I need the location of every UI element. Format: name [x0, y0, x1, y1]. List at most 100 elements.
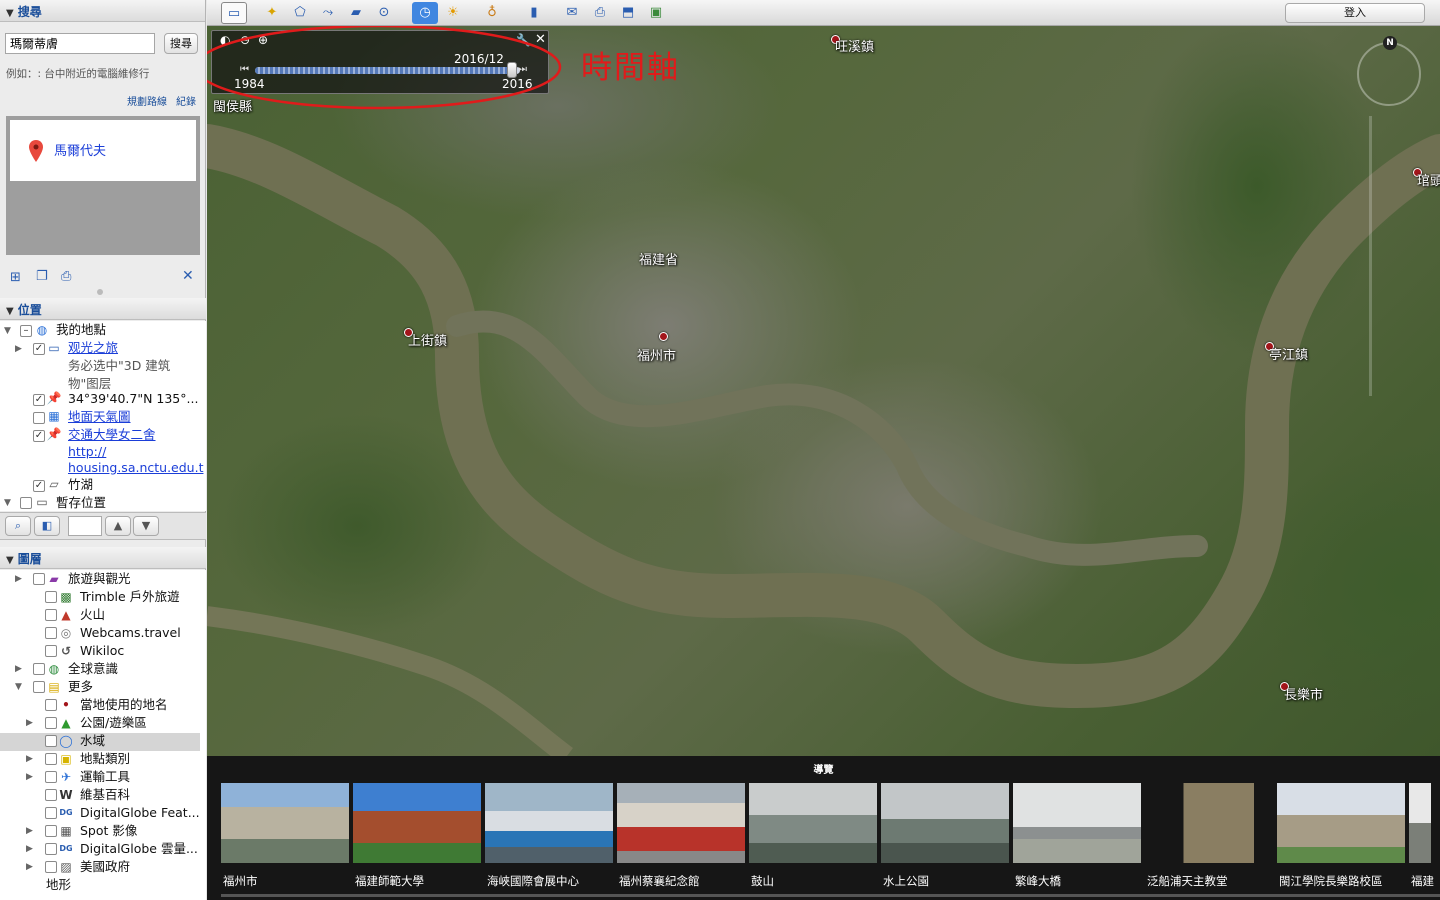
- collapse-triangle-icon[interactable]: ▼: [6, 306, 14, 317]
- place-label[interactable]: 福建省: [639, 249, 678, 268]
- tour-caption[interactable]: 繁峰大橋: [1015, 873, 1061, 889]
- tour-caption[interactable]: 鼓山: [751, 873, 774, 889]
- tour-caption[interactable]: 福州蔡襄紀念館: [619, 873, 700, 889]
- layer-label[interactable]: 地點類別: [80, 750, 130, 768]
- zoom-slider-track[interactable]: [1369, 116, 1372, 396]
- tree-item-link[interactable]: housing.sa.nctu.edu.t: [68, 459, 203, 477]
- place-label[interactable]: 上街鎮: [408, 330, 447, 349]
- search-result-title[interactable]: 馬爾代夫: [54, 140, 106, 159]
- search-panel-header[interactable]: ▼ 搜尋: [0, 0, 205, 22]
- tour-thumbnail[interactable]: [1013, 783, 1141, 863]
- place-label[interactable]: 亭江鎮: [1269, 344, 1308, 363]
- checkbox[interactable]: ✓: [33, 394, 45, 406]
- signin-button[interactable]: 登入: [1285, 3, 1425, 23]
- tour-caption[interactable]: 水上公園: [883, 873, 929, 889]
- layer-label[interactable]: 地形: [46, 876, 71, 894]
- print-icon[interactable]: ⎙: [589, 2, 611, 24]
- ruler-icon[interactable]: ▮: [523, 2, 545, 24]
- expand-triangle-icon[interactable]: ▶: [26, 862, 36, 872]
- checkbox[interactable]: [20, 497, 32, 509]
- checkbox[interactable]: ✓: [33, 480, 45, 492]
- copy-icon[interactable]: ❐: [36, 269, 48, 284]
- search-button[interactable]: 搜尋: [164, 33, 198, 54]
- tour-caption[interactable]: 福建師範大學: [355, 873, 424, 889]
- checkbox[interactable]: [45, 825, 57, 837]
- planets-icon[interactable]: ♁: [481, 2, 503, 24]
- checkbox[interactable]: [33, 663, 45, 675]
- tour-caption[interactable]: 福建: [1411, 873, 1434, 889]
- expand-triangle-icon[interactable]: ▶: [26, 826, 36, 836]
- expand-triangle-icon[interactable]: ▶: [26, 772, 36, 782]
- compass-ring[interactable]: N: [1357, 36, 1421, 106]
- place-label[interactable]: 㕵溪鎮: [835, 36, 874, 55]
- expand-triangle-icon[interactable]: ▶: [15, 664, 25, 674]
- add-placemark-icon[interactable]: ✦: [261, 2, 283, 24]
- search-icon[interactable]: ⌕: [5, 516, 31, 536]
- search-input[interactable]: [5, 33, 155, 54]
- layer-label[interactable]: Webcams.travel: [80, 624, 181, 642]
- layer-label[interactable]: 水域: [80, 732, 105, 750]
- tour-caption[interactable]: 福州市: [223, 873, 258, 889]
- add-path-icon[interactable]: ⤳: [317, 2, 339, 24]
- layer-label[interactable]: 運輸工具: [80, 768, 130, 786]
- print-icon[interactable]: ⎙: [61, 269, 71, 284]
- place-label[interactable]: 琯頭: [1417, 170, 1440, 189]
- layer-label[interactable]: 公園/遊樂區: [80, 714, 147, 732]
- layer-label[interactable]: DigitalGlobe Feat...: [80, 804, 200, 822]
- tree-item-label[interactable]: 暫存位置: [56, 494, 106, 512]
- checkbox[interactable]: [45, 843, 57, 855]
- north-icon[interactable]: N: [1383, 36, 1397, 50]
- place-label[interactable]: 福州市: [637, 345, 676, 364]
- tour-caption[interactable]: 閩江學院長樂路校區: [1279, 873, 1383, 889]
- add-overlay-icon[interactable]: ▰: [345, 2, 367, 24]
- layer-label[interactable]: 當地使用的地名: [80, 696, 168, 714]
- place-label[interactable]: 長樂市: [1284, 684, 1323, 703]
- place-label[interactable]: 閩侯縣: [213, 96, 252, 115]
- layers-panel-header[interactable]: ▼ 圖層: [0, 547, 206, 569]
- record-tour-icon[interactable]: ⊙: [373, 2, 395, 24]
- search-result-card[interactable]: 馬爾代夫: [10, 120, 196, 181]
- layer-label[interactable]: 旅遊與觀光: [68, 570, 131, 588]
- layer-label[interactable]: 維基百科: [80, 786, 130, 804]
- checkbox[interactable]: [45, 627, 57, 639]
- layer-label[interactable]: Trimble 戶外旅遊: [80, 588, 180, 606]
- tree-item-label[interactable]: 地面天氣圖: [68, 408, 131, 426]
- place-pin-icon[interactable]: [659, 332, 668, 341]
- layer-label[interactable]: 更多: [68, 678, 93, 696]
- checkbox[interactable]: [45, 771, 57, 783]
- tour-caption[interactable]: 海峽國際會展中心: [487, 873, 579, 889]
- checkbox[interactable]: [45, 609, 57, 621]
- expand-triangle-icon[interactable]: ▶: [26, 754, 36, 764]
- collapse-triangle-icon[interactable]: ▼: [6, 8, 14, 19]
- checkbox[interactable]: [33, 573, 45, 585]
- add-folder-icon[interactable]: ⊞: [10, 270, 21, 285]
- expand-triangle-icon[interactable]: ▶: [15, 574, 25, 584]
- checkbox[interactable]: [45, 699, 57, 711]
- layer-label[interactable]: 全球意識: [68, 660, 118, 678]
- view-in-maps-icon[interactable]: ▣: [645, 2, 667, 24]
- map-view[interactable]: ◐ ⊖ ⊕ 🔧 ✕ 2016/12 ⏮ ⏭ 1984 2016 時間軸 N 㕵溪…: [207, 26, 1440, 756]
- checkbox[interactable]: [45, 645, 57, 657]
- tour-thumbnail[interactable]: [749, 783, 877, 863]
- tour-thumbnail[interactable]: [1409, 783, 1431, 863]
- checkbox[interactable]: ✓: [33, 430, 45, 442]
- expand-triangle-icon[interactable]: ▼: [15, 682, 25, 692]
- tree-item-label[interactable]: 34°39'40.7"N 135°...: [68, 390, 198, 408]
- layer-label[interactable]: 美國政府: [80, 858, 130, 876]
- tour-thumbnail[interactable]: [617, 783, 745, 863]
- tour-scrollbar[interactable]: [221, 894, 1440, 897]
- move-down-icon[interactable]: ▼: [133, 516, 159, 536]
- move-up-icon[interactable]: ▲: [105, 516, 131, 536]
- checkbox[interactable]: [45, 753, 57, 765]
- tree-item-label[interactable]: 我的地點: [56, 321, 106, 339]
- tree-item-label[interactable]: 观光之旅: [68, 339, 118, 357]
- tour-thumbnail[interactable]: [1277, 783, 1405, 863]
- checkbox[interactable]: [45, 789, 57, 801]
- tour-thumbnail[interactable]: [881, 783, 1009, 863]
- save-image-icon[interactable]: ⬒: [617, 2, 639, 24]
- add-polygon-icon[interactable]: ⬠: [289, 2, 311, 24]
- expand-triangle-icon[interactable]: ▼: [4, 326, 14, 336]
- sidebar-toggle-icon[interactable]: ▭: [221, 2, 247, 24]
- checkbox[interactable]: ✓: [33, 343, 45, 355]
- checkbox[interactable]: [33, 412, 45, 424]
